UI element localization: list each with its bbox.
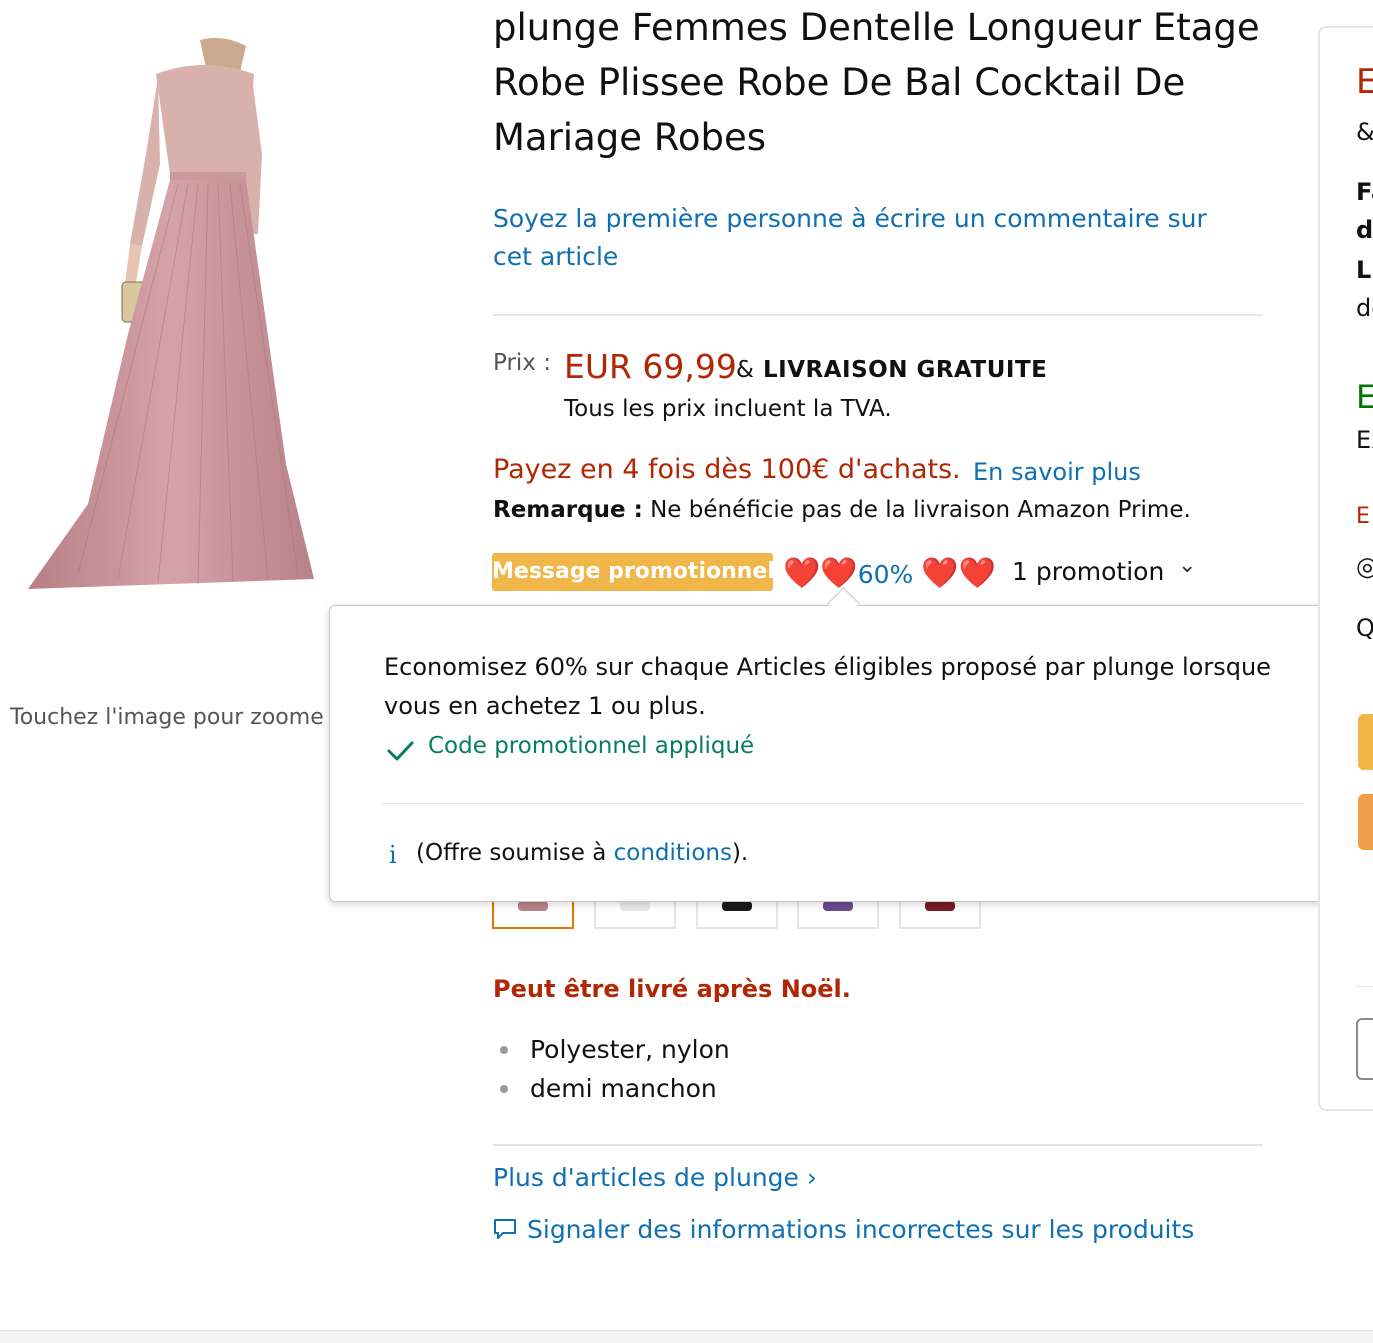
- product-image[interactable]: [18, 34, 323, 594]
- write-review-link[interactable]: Soyez la première personne à écrire un c…: [493, 200, 1253, 276]
- stock-status: E: [1356, 378, 1373, 416]
- buy-box: E & Fa d Li de E Ex E ◎ Q: [1318, 26, 1373, 1111]
- buybox-line: Li: [1356, 256, 1373, 284]
- price-value: EUR 69,99: [564, 347, 737, 386]
- promo-code-applied: Code promotionnel appliqué: [428, 733, 755, 759]
- conditions-link[interactable]: conditions: [614, 840, 732, 866]
- buybox-divider: [1356, 986, 1373, 987]
- buybox-line: de: [1356, 294, 1373, 322]
- promotion-count[interactable]: 1 promotion: [1012, 557, 1164, 586]
- report-incorrect-info-link[interactable]: Signaler des informations incorrectes su…: [527, 1215, 1194, 1244]
- buybox-line: Fa: [1356, 178, 1373, 206]
- free-shipping-label: LIVRAISON GRATUITE: [763, 357, 1048, 383]
- image-zoom-hint: Touchez l'image pour zoome: [10, 705, 324, 730]
- buybox-line: d: [1356, 216, 1373, 244]
- location-icon[interactable]: ◎: [1356, 552, 1373, 582]
- swatch-thumbnail: [722, 901, 752, 911]
- swatch-thumbnail: [823, 901, 853, 911]
- promo-percent: 60%: [857, 560, 914, 589]
- add-to-list-button[interactable]: [1356, 1018, 1373, 1080]
- buybox-eur: E: [1356, 504, 1370, 529]
- price-ampersand: &: [736, 357, 754, 383]
- installments-offer: Payez en 4 fois dès 100€ d'achats.: [493, 454, 961, 485]
- remark-text: Ne bénéficie pas de la livraison Amazon …: [650, 497, 1191, 523]
- bullet-icon: [500, 1085, 508, 1093]
- swatch-thumbnail: [518, 901, 548, 911]
- remark-label: Remarque :: [493, 497, 643, 523]
- stock-line: Ex: [1356, 426, 1373, 454]
- page-bottom-bar: [0, 1330, 1373, 1343]
- swatch-thumbnail: [620, 901, 650, 911]
- product-title: plunge Femmes Dentelle Longueur Etage Ro…: [493, 6, 1260, 159]
- popover-divider: [382, 803, 1304, 804]
- learn-more-link[interactable]: En savoir plus: [973, 458, 1141, 486]
- info-icon: i: [389, 841, 397, 869]
- divider: [493, 314, 1263, 316]
- conditions-suffix: ).: [731, 840, 749, 866]
- quantity-label: Q: [1356, 614, 1373, 642]
- promo-hearts-text[interactable]: ❤️❤️60% ❤️❤️: [783, 556, 996, 591]
- price-label: Prix :: [493, 350, 551, 376]
- vat-note: Tous les prix incluent la TVA.: [564, 396, 892, 422]
- chevron-down-icon[interactable]: ⌄: [1178, 553, 1196, 578]
- more-from-brand-link[interactable]: Plus d'articles de plunge ›: [493, 1163, 817, 1192]
- swatch-thumbnail: [925, 901, 955, 911]
- add-to-cart-button[interactable]: [1358, 714, 1373, 770]
- delivery-note: Peut être livré après Noël.: [493, 975, 851, 1003]
- promo-message-badge: Message promotionnel: [492, 553, 775, 591]
- speech-bubble-icon[interactable]: [492, 1216, 518, 1242]
- offer-conditions: (Offre soumise à conditions).: [416, 840, 748, 866]
- buy-now-button[interactable]: [1358, 794, 1373, 850]
- buybox-price: E: [1356, 62, 1373, 102]
- prime-remark: Remarque : Ne bénéficie pas de la livrai…: [493, 497, 1191, 523]
- buybox-amp: &: [1356, 118, 1373, 146]
- heart-icon: ❤️❤️: [921, 556, 996, 591]
- feature-item: demi manchon: [530, 1074, 717, 1103]
- feature-item: Polyester, nylon: [530, 1035, 730, 1064]
- divider: [493, 1144, 1263, 1146]
- bullet-icon: [500, 1046, 508, 1054]
- checkmark-icon: [387, 741, 414, 761]
- heart-icon: ❤️❤️: [783, 556, 858, 591]
- conditions-prefix: (Offre soumise à: [416, 840, 614, 866]
- promotion-description: Economisez 60% sur chaque Articles éligi…: [384, 653, 1271, 720]
